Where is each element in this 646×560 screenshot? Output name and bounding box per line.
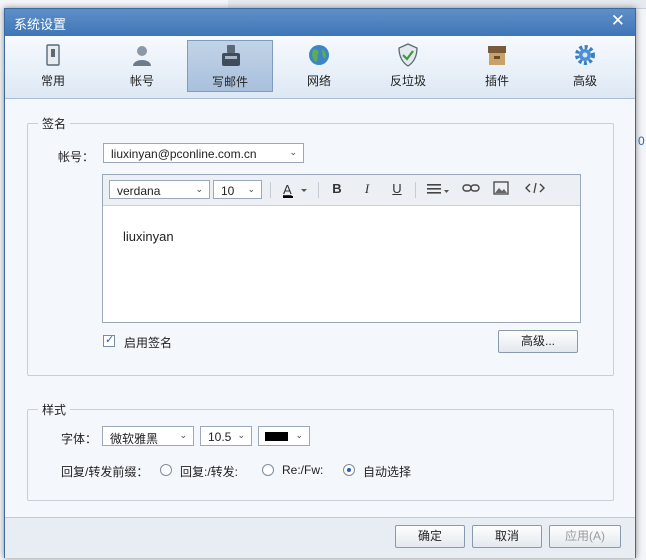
chevron-down-icon: ⌄ [195,184,203,194]
style-font-select[interactable]: 微软雅黑 ⌄ [102,426,194,446]
dialog-titlebar: 系统设置 ✕ [5,9,635,36]
font-family-select[interactable]: verdana ⌄ [109,180,210,199]
close-icon[interactable]: ✕ [611,11,625,31]
check-icon: ✓ [105,334,115,346]
signature-editor: verdana ⌄ 10 ⌄ A B I U liuxinyan [102,174,581,323]
prefix-option-label: 自动选择 [363,465,412,479]
tab-label: 常用 [40,74,65,88]
prefix-option-auto-radio[interactable] [343,464,355,476]
plugin-box-icon [488,46,506,65]
text-color-button[interactable]: A [278,181,312,199]
editor-toolbar: verdana ⌄ 10 ⌄ A B I U [103,175,580,206]
general-icon [46,44,60,66]
tab-label: 网络 [306,74,331,88]
shield-icon [398,43,418,67]
enable-signature-label: 启用签名 [124,336,173,350]
link-icon[interactable] [461,181,481,199]
source-code-icon[interactable] [523,181,547,199]
chevron-down-icon: ⌄ [289,147,297,157]
signature-advanced-button[interactable]: 高级... [498,330,578,353]
globe-icon [309,45,329,65]
color-swatch [265,432,288,441]
text-color-icon: A [283,182,307,198]
signature-text[interactable]: liuxinyan [123,229,174,244]
background-zero-text: 0 [638,134,645,148]
image-icon[interactable] [491,181,511,199]
underline-icon[interactable]: U [387,181,407,199]
enable-signature-checkbox[interactable]: ✓ [103,334,115,347]
radio-selected-dot [347,468,351,472]
settings-content: 签名 帐号： liuxinyan@pconline.com.cn ⌄ verda… [5,99,635,517]
prefix-option-label: 回复:/转发: [180,465,239,479]
account-select[interactable]: liuxinyan@pconline.com.cn ⌄ [103,143,304,163]
compose-icon [222,45,240,66]
tab-account[interactable]: 帐号 [99,40,185,92]
style-size-value: 10.5 [208,430,232,444]
tab-label: 反垃圾 [389,74,426,88]
style-font-value: 微软雅黑 [110,432,159,446]
tab-network[interactable]: 网络 [276,40,362,92]
dialog-footer: 确定 取消 应用(A) [5,517,635,558]
apply-button[interactable]: 应用(A) [549,525,621,548]
gear-icon [575,45,595,65]
prefix-label: 回复/转发前缀： [61,465,149,479]
cancel-button[interactable]: 取消 [472,525,542,548]
toolbar-separator [415,182,416,198]
style-font-label: 字体： [61,432,98,446]
account-select-value: liuxinyan@pconline.com.cn [111,147,257,161]
user-icon [133,46,151,66]
font-size-select[interactable]: 10 ⌄ [213,180,262,199]
prefix-option-english-radio[interactable] [262,464,274,476]
font-size-value: 10 [221,184,235,198]
tab-label: 写邮件 [211,75,248,89]
tab-plugins[interactable]: 插件 [454,40,540,92]
prefix-option-label: Re:/Fw: [282,463,324,477]
italic-icon[interactable]: I [357,181,377,199]
tab-general[interactable]: 常用 [10,40,96,92]
chevron-down-icon: ⌄ [295,430,303,440]
chevron-down-icon: ⌄ [179,430,187,440]
style-section-title: 样式 [38,401,71,418]
align-icon[interactable] [424,181,452,199]
dialog-title: 系统设置 [14,17,67,32]
settings-dialog: 系统设置 ✕ 常用 帐号 写邮件 网络 反垃圾 插件 高级 签名 帐号： liu… [4,8,636,558]
tab-label: 高级 [572,74,597,88]
style-section: 样式 字体： 微软雅黑 ⌄ 10.5 ⌄ ⌄ 回复/转发前缀： 回复:/转发: … [27,401,614,501]
font-family-value: verdana [117,184,161,198]
tab-label: 插件 [484,74,509,88]
signature-section-title: 签名 [38,115,71,132]
tab-label: 帐号 [129,74,154,88]
svg-text:A: A [283,182,292,197]
tab-compose[interactable]: 写邮件 [187,40,273,92]
style-color-select[interactable]: ⌄ [258,426,310,446]
bold-icon[interactable]: B [327,181,347,199]
chevron-down-icon: ⌄ [247,184,255,194]
signature-section: 签名 帐号： liuxinyan@pconline.com.cn ⌄ verda… [27,115,614,376]
ok-button[interactable]: 确定 [395,525,465,548]
account-label: 帐号： [58,150,95,164]
tab-advanced[interactable]: 高级 [542,40,628,92]
toolbar-separator [270,182,271,198]
style-size-select[interactable]: 10.5 ⌄ [200,426,252,446]
chevron-down-icon: ⌄ [237,430,245,440]
prefix-option-chinese-radio[interactable] [160,464,172,476]
tab-antispam[interactable]: 反垃圾 [365,40,451,92]
settings-tabbar: 常用 帐号 写邮件 网络 反垃圾 插件 高级 [5,36,635,99]
toolbar-separator [318,182,319,198]
